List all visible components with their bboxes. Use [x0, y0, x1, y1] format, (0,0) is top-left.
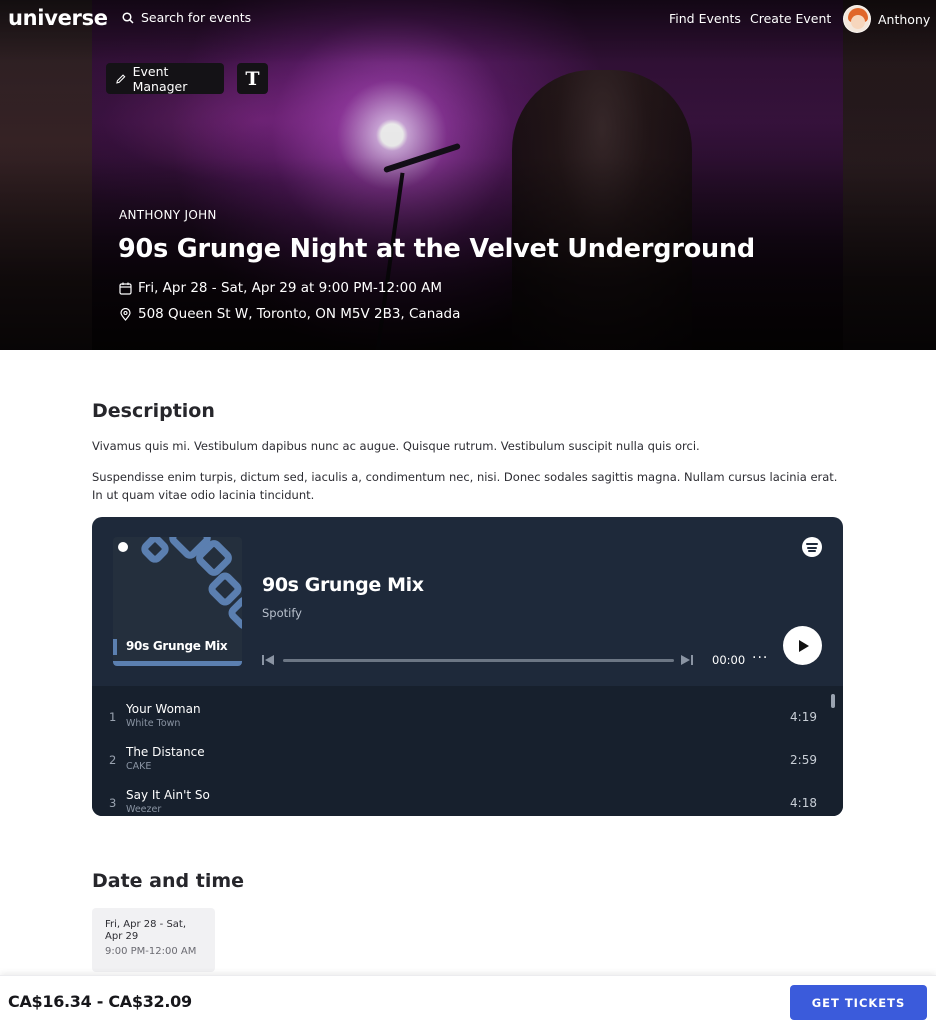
- track-duration: 2:59: [790, 753, 817, 767]
- playlist-title[interactable]: 90s Grunge Mix: [262, 574, 424, 596]
- time-range: 9:00 PM-12:00 AM: [105, 946, 197, 957]
- get-tickets-button[interactable]: GET TICKETS: [790, 985, 927, 1020]
- progress-bar[interactable]: [283, 659, 674, 662]
- organizer-name[interactable]: ANTHONY JOHN: [119, 208, 217, 222]
- skip-back-icon[interactable]: [261, 653, 275, 667]
- find-events-link[interactable]: Find Events: [669, 11, 741, 26]
- event-title: 90s Grunge Night at the Velvet Undergrou…: [118, 234, 755, 264]
- event-date-text: Fri, Apr 28 - Sat, Apr 29 at 9:00 PM-12:…: [138, 280, 442, 296]
- event-manager-label: Event Manager: [132, 63, 188, 94]
- create-event-link[interactable]: Create Event: [750, 11, 831, 26]
- logo[interactable]: universe: [8, 6, 108, 30]
- playlist-source[interactable]: Spotify: [262, 606, 302, 620]
- date-range: Fri, Apr 28 - Sat, Apr 29: [105, 919, 187, 942]
- scrollbar[interactable]: [831, 694, 835, 708]
- track-number: 1: [109, 710, 117, 724]
- top-nav: universe Search for events Find Events C…: [0, 0, 936, 38]
- event-manager-button[interactable]: Event Manager: [106, 63, 224, 94]
- track-duration: 4:19: [790, 710, 817, 724]
- track-number: 2: [109, 753, 117, 767]
- spotify-mini-icon: [118, 542, 128, 552]
- event-location[interactable]: 508 Queen St W, Toronto, ON M5V 2B3, Can…: [119, 306, 460, 322]
- spotify-icon[interactable]: [802, 537, 822, 557]
- date-card: Fri, Apr 28 - Sat, Apr 29 9:00 PM-12:00 …: [92, 908, 215, 972]
- track-row[interactable]: 3 Say It Ain't So Weezer 4:18: [92, 782, 827, 816]
- track-name: Say It Ain't So: [126, 788, 210, 802]
- search-icon: [122, 11, 134, 24]
- search-bar[interactable]: Search for events: [122, 10, 251, 25]
- track-artist: White Town: [126, 718, 181, 729]
- avatar: [843, 5, 871, 33]
- track-list: 1 Your Woman White Town 4:19 2 The Dista…: [92, 686, 843, 816]
- event-date: Fri, Apr 28 - Sat, Apr 29 at 9:00 PM-12:…: [119, 280, 442, 296]
- hero-banner: [0, 0, 936, 350]
- play-button[interactable]: [783, 626, 822, 665]
- track-row[interactable]: 1 Your Woman White Town 4:19: [92, 696, 827, 736]
- playback-time: 00:00: [712, 653, 746, 667]
- cover-accent-bar: [113, 639, 117, 655]
- more-options-icon[interactable]: ···: [752, 650, 768, 666]
- search-label: Search for events: [141, 10, 252, 25]
- user-menu[interactable]: Anthony: [843, 5, 930, 33]
- description-paragraph: Vivamus quis mi. Vestibulum dapibus nunc…: [92, 439, 700, 453]
- description-heading: Description: [92, 400, 215, 422]
- track-row[interactable]: 2 The Distance CAKE 2:59: [92, 739, 827, 779]
- track-artist: CAKE: [126, 761, 152, 772]
- hero-overlay: [0, 0, 936, 350]
- cover-title: 90s Grunge Mix: [126, 639, 228, 653]
- playlist-cover[interactable]: 90s Grunge Mix: [113, 537, 242, 666]
- ticket-footer-bar: CA$16.34 - CA$32.09 GET TICKETS: [0, 975, 936, 1026]
- track-duration: 4:18: [790, 796, 817, 810]
- play-icon: [798, 639, 809, 652]
- text-tool-button[interactable]: T: [237, 63, 268, 94]
- skip-forward-icon[interactable]: [680, 653, 694, 667]
- track-artist: Weezer: [126, 804, 162, 815]
- calendar-icon: [119, 282, 132, 295]
- description-paragraph: Suspendisse enim turpis, dictum sed, iac…: [92, 470, 838, 502]
- price-range: CA$16.34 - CA$32.09: [8, 992, 192, 1011]
- cover-bottom-bar: [113, 661, 242, 666]
- event-location-text: 508 Queen St W, Toronto, ON M5V 2B3, Can…: [138, 306, 461, 322]
- location-pin-icon: [120, 307, 131, 321]
- cover-shape: [138, 537, 172, 566]
- user-name: Anthony: [878, 11, 931, 27]
- track-name: Your Woman: [126, 702, 201, 716]
- track-name: The Distance: [126, 745, 205, 759]
- track-number: 3: [109, 796, 117, 810]
- pencil-icon: [116, 73, 126, 84]
- spotify-embed: 90s Grunge Mix 90s Grunge Mix Spotify 00…: [92, 517, 843, 816]
- date-time-heading: Date and time: [92, 870, 245, 892]
